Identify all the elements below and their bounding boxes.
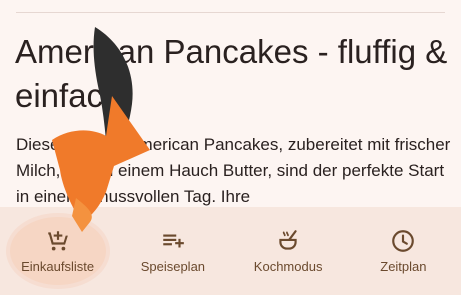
clock-icon [392,230,415,252]
recipe-description: Diese fluffigen American Pancakes, zuber… [16,135,451,206]
cooking-pot-icon [279,230,297,250]
nav-label-zeitplan: Zeitplan [380,259,427,274]
nav-item-zeitplan[interactable]: Zeitplan [353,207,453,295]
nav-label-kochmodus: Kochmodus [253,259,323,274]
top-divider [16,12,445,13]
nav-label-speiseplan: Speiseplan [140,259,206,274]
nav-item-kochmodus[interactable]: Kochmodus [238,207,338,295]
nav-item-einkaufsliste[interactable]: Einkaufsliste [8,207,108,295]
cart-plus-icon [47,231,68,251]
nav-label-einkaufsliste: Einkaufsliste [21,259,95,274]
nav-item-speiseplan[interactable]: Speiseplan [123,207,223,295]
recipe-title: American Pancakes - fluffig & einfach [15,33,448,114]
playlist-add-icon [163,234,184,248]
bottom-navigation: Einkaufsliste Speiseplan Kochmodus Zeitp… [0,207,461,295]
